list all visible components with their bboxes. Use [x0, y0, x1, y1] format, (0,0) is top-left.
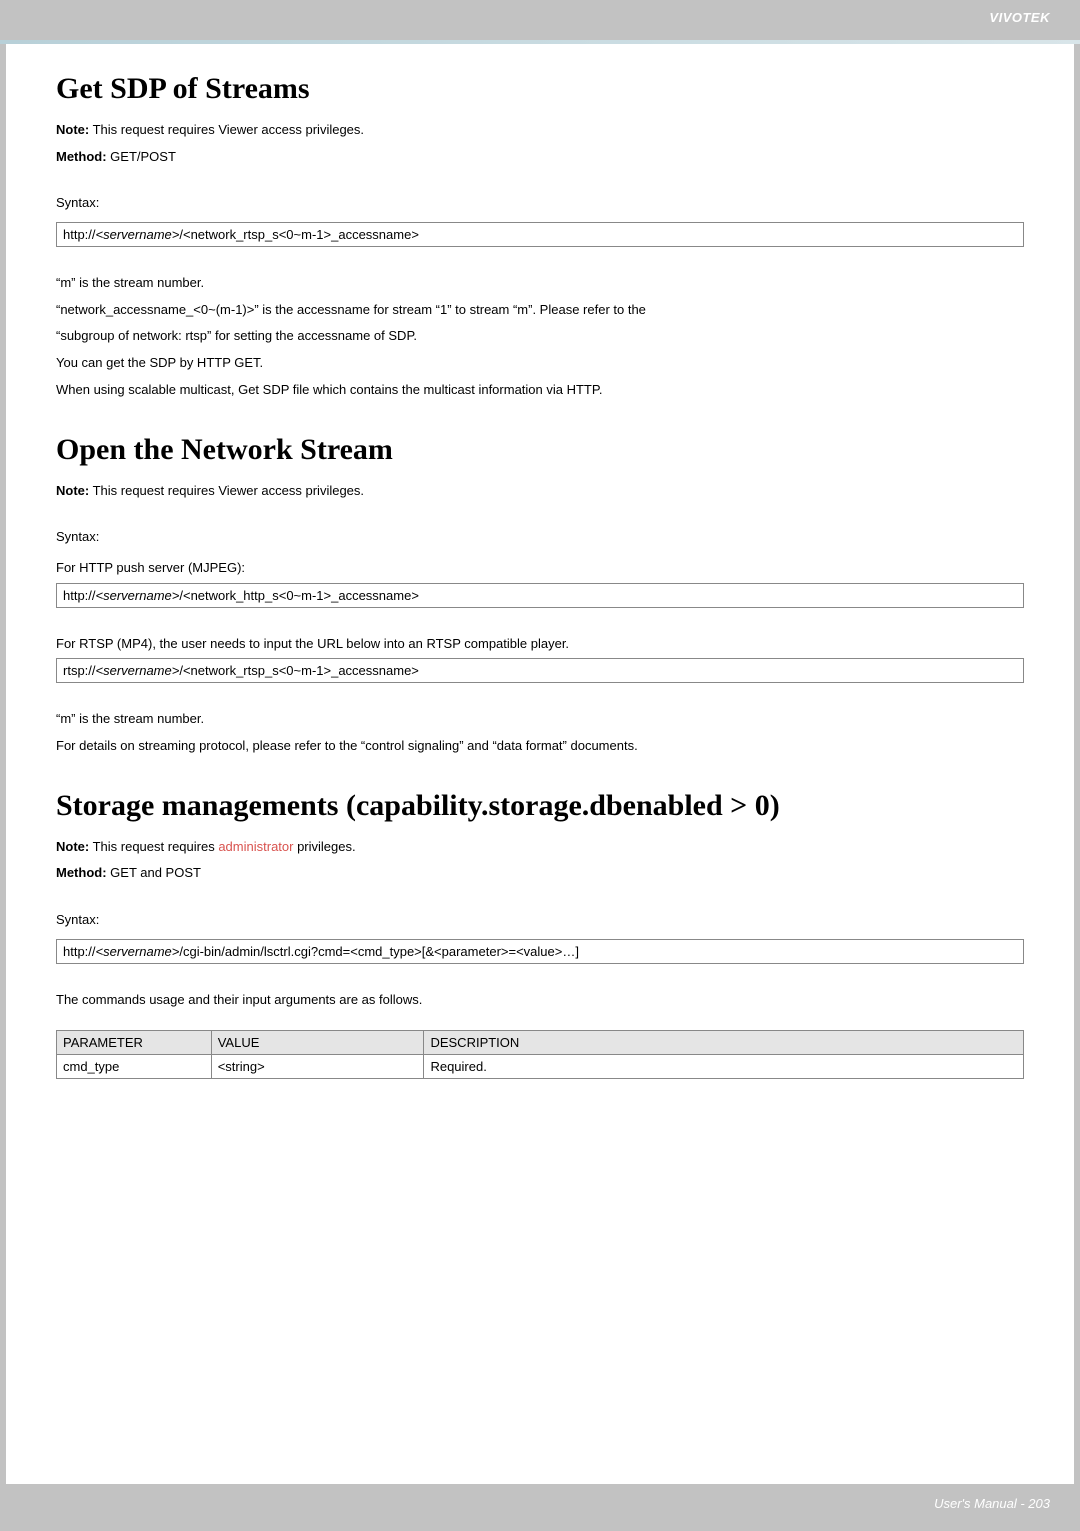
td-desc: Required. [424, 1055, 1024, 1079]
desc-1d: You can get the SDP by HTTP GET. [56, 351, 1024, 376]
code-text: http:// [63, 588, 96, 603]
heading-storage: Storage managements (capability.storage.… [56, 789, 1024, 823]
for-http-label: For HTTP push server (MJPEG): [56, 556, 1024, 581]
footer-bar: User's Manual - 203 [0, 1484, 1080, 1531]
code-server: <servername> [96, 227, 180, 242]
desc-1e: When using scalable multicast, Get SDP f… [56, 378, 1024, 403]
note-label: Note: [56, 122, 89, 137]
note-label: Note: [56, 839, 89, 854]
method-text: GET/POST [107, 149, 176, 164]
code-text: http:// [63, 227, 96, 242]
code-suffix: /<network_http_s<0~m-1>_accessname> [179, 588, 419, 603]
desc-2b: For details on streaming protocol, pleas… [56, 734, 1024, 759]
table-row: cmd_type <string> Required. [57, 1055, 1024, 1079]
code-box-2a: http://<servername>/<network_http_s<0~m-… [56, 583, 1024, 608]
td-param: cmd_type [57, 1055, 212, 1079]
desc-1a: “m” is the stream number. [56, 271, 1024, 296]
desc-3a: The commands usage and their input argum… [56, 988, 1024, 1013]
page-content: Get SDP of Streams Note: This request re… [6, 44, 1074, 1484]
syntax-label-3: Syntax: [56, 908, 1024, 933]
note-red: administrator [218, 839, 293, 854]
note-text: This request requires Viewer access priv… [89, 122, 364, 137]
th-value: VALUE [211, 1031, 424, 1055]
desc-1c: “subgroup of network: rtsp” for setting … [56, 324, 1024, 349]
desc-1b: “network_accessname_<0~(m-1)>” is the ac… [56, 298, 1024, 323]
for-rtsp-label: For RTSP (MP4), the user needs to input … [56, 632, 1024, 657]
method-label: Method: [56, 865, 107, 880]
code-server: <servername> [96, 588, 180, 603]
code-server: <servername> [96, 663, 180, 678]
note-text: This request requires Viewer access priv… [89, 483, 364, 498]
desc-2a: “m” is the stream number. [56, 707, 1024, 732]
code-text: http:// [63, 944, 96, 959]
syntax-label-1: Syntax: [56, 191, 1024, 216]
method-label: Method: [56, 149, 107, 164]
code-box-2b: rtsp://<servername>/<network_rtsp_s<0~m-… [56, 658, 1024, 683]
code-text: rtsp:// [63, 663, 96, 678]
note-line-1: Note: This request requires Viewer acces… [56, 118, 1024, 143]
page-wrapper: VIVOTEK Get SDP of Streams Note: This re… [0, 0, 1080, 1531]
syntax-label-2: Syntax: [56, 525, 1024, 550]
th-parameter: PARAMETER [57, 1031, 212, 1055]
note-line-2: Note: This request requires Viewer acces… [56, 479, 1024, 504]
parameter-table: PARAMETER VALUE DESCRIPTION cmd_type <st… [56, 1030, 1024, 1079]
code-suffix: /cgi-bin/admin/lsctrl.cgi?cmd=<cmd_type>… [179, 944, 579, 959]
note-pre: This request requires [89, 839, 218, 854]
th-description: DESCRIPTION [424, 1031, 1024, 1055]
method-line-1: Method: GET/POST [56, 145, 1024, 170]
code-server: <servername> [96, 944, 180, 959]
note-label: Note: [56, 483, 89, 498]
heading-get-sdp: Get SDP of Streams [56, 72, 1024, 106]
code-suffix: /<network_rtsp_s<0~m-1>_accessname> [179, 663, 419, 678]
code-box-1: http://<servername>/<network_rtsp_s<0~m-… [56, 222, 1024, 247]
method-text: GET and POST [107, 865, 201, 880]
header-bar: VIVOTEK [0, 0, 1080, 40]
note-line-3: Note: This request requires administrato… [56, 835, 1024, 860]
code-box-3: http://<servername>/cgi-bin/admin/lsctrl… [56, 939, 1024, 964]
heading-open-network: Open the Network Stream [56, 433, 1024, 467]
code-suffix: /<network_rtsp_s<0~m-1>_accessname> [179, 227, 419, 242]
brand-label: VIVOTEK [989, 10, 1050, 25]
footer-page-label: User's Manual - 203 [934, 1496, 1050, 1511]
method-line-3: Method: GET and POST [56, 861, 1024, 886]
table-header-row: PARAMETER VALUE DESCRIPTION [57, 1031, 1024, 1055]
note-post: privileges. [293, 839, 355, 854]
td-value: <string> [211, 1055, 424, 1079]
